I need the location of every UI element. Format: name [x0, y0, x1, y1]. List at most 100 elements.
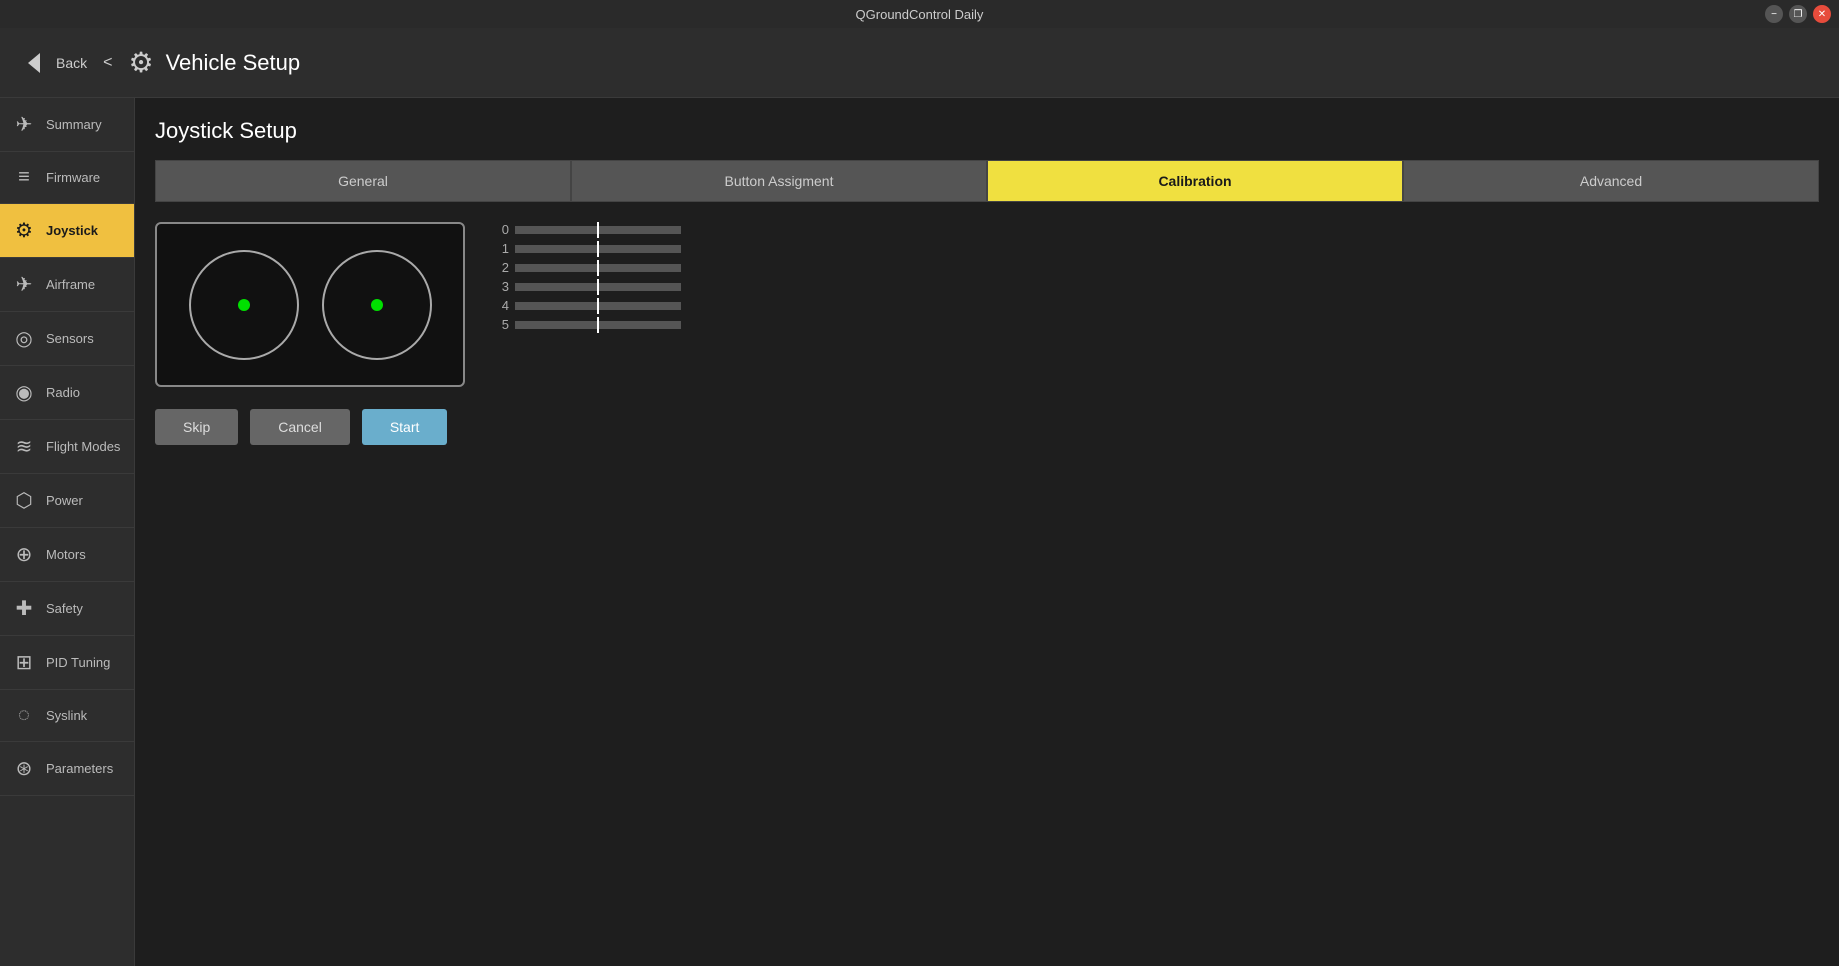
sidebar-item-joystick[interactable]: ⚙ Joystick: [0, 204, 134, 258]
axis-bar-left-1: [515, 245, 597, 253]
tab-calibration[interactable]: Calibration: [987, 160, 1403, 202]
motors-icon: ⊕: [12, 542, 36, 567]
sidebar-label-firmware: Firmware: [46, 170, 100, 185]
cancel-button[interactable]: Cancel: [250, 409, 350, 445]
joystick-icon: ⚙: [12, 218, 36, 243]
axis-label-5: 5: [495, 317, 509, 332]
axis-divider-5: [597, 317, 599, 333]
axis-divider-3: [597, 279, 599, 295]
sidebar-item-parameters[interactable]: ⊛ Parameters: [0, 742, 134, 796]
axis-bar-right-5: [599, 321, 681, 329]
sidebar-label-flight-modes: Flight Modes: [46, 439, 120, 454]
summary-icon: ✈: [12, 112, 36, 137]
joystick-section: 0 1 2: [155, 222, 1819, 387]
axis-divider-2: [597, 260, 599, 276]
right-joystick-dot: [371, 299, 383, 311]
sidebar-label-pid-tuning: PID Tuning: [46, 655, 110, 670]
firmware-icon: ≡: [12, 166, 36, 189]
axis-bar-0: [515, 224, 685, 236]
radio-icon: ◉: [12, 380, 36, 405]
minimize-button[interactable]: −: [1765, 5, 1783, 23]
sensors-icon: ◎: [12, 326, 36, 351]
sidebar-label-sensors: Sensors: [46, 331, 94, 346]
axis-bar-right-1: [599, 245, 681, 253]
syslink-icon: ◌: [12, 704, 36, 727]
axis-label-0: 0: [495, 222, 509, 237]
axis-label-2: 2: [495, 260, 509, 275]
sidebar-label-syslink: Syslink: [46, 708, 87, 723]
airframe-icon: ✈: [12, 272, 36, 297]
back-button[interactable]: Back: [20, 48, 87, 78]
axis-bar-right-2: [599, 264, 681, 272]
tab-advanced[interactable]: Advanced: [1403, 160, 1819, 202]
sidebar-item-summary[interactable]: ✈ Summary: [0, 98, 134, 152]
axis-bar-left-5: [515, 321, 597, 329]
sidebar-label-safety: Safety: [46, 601, 83, 616]
axis-bar-left-3: [515, 283, 597, 291]
power-icon: ⬡: [12, 488, 36, 513]
safety-icon: ✚: [12, 596, 36, 621]
back-label: Back: [56, 55, 87, 71]
sidebar-label-airframe: Airframe: [46, 277, 95, 292]
sidebar: ✈ Summary ≡ Firmware ⚙ Joystick ✈ Airfra…: [0, 98, 135, 966]
sidebar-label-joystick: Joystick: [46, 223, 98, 238]
sidebar-item-radio[interactable]: ◉ Radio: [0, 366, 134, 420]
axis-bar-4: [515, 300, 685, 312]
action-buttons: Skip Cancel Start: [155, 409, 1819, 445]
tab-general[interactable]: General: [155, 160, 571, 202]
sidebar-item-sensors[interactable]: ◎ Sensors: [0, 312, 134, 366]
sidebar-item-power[interactable]: ⬡ Power: [0, 474, 134, 528]
sidebar-label-parameters: Parameters: [46, 761, 113, 776]
axis-row-2: 2: [495, 260, 695, 275]
close-button[interactable]: ✕: [1813, 5, 1831, 23]
axis-bar-1: [515, 243, 685, 255]
maximize-button[interactable]: ❐: [1789, 5, 1807, 23]
axis-bar-right-3: [599, 283, 681, 291]
axis-row-4: 4: [495, 298, 695, 313]
sidebar-label-radio: Radio: [46, 385, 80, 400]
axis-divider-0: [597, 222, 599, 238]
sidebar-item-pid-tuning[interactable]: ⊞ PID Tuning: [0, 636, 134, 690]
axis-bar-left-2: [515, 264, 597, 272]
tab-button-assignment[interactable]: Button Assigment: [571, 160, 987, 202]
flight-modes-icon: ≋: [12, 434, 36, 459]
tabs-container: General Button Assigment Calibration Adv…: [155, 160, 1819, 202]
axis-row-1: 1: [495, 241, 695, 256]
pid-tuning-icon: ⊞: [12, 650, 36, 675]
separator: <: [103, 54, 112, 72]
sidebar-label-power: Power: [46, 493, 83, 508]
axis-divider-4: [597, 298, 599, 314]
skip-button[interactable]: Skip: [155, 409, 238, 445]
sidebar-item-syslink[interactable]: ◌ Syslink: [0, 690, 134, 742]
vehicle-setup-title: Vehicle Setup: [166, 50, 301, 76]
content-area: Joystick Setup General Button Assigment …: [135, 98, 1839, 966]
titlebar: QGroundControl Daily − ❐ ✕: [0, 0, 1839, 28]
axis-label-1: 1: [495, 241, 509, 256]
axis-row-5: 5: [495, 317, 695, 332]
main-layout: ✈ Summary ≡ Firmware ⚙ Joystick ✈ Airfra…: [0, 98, 1839, 966]
axis-bars: 0 1 2: [495, 222, 695, 332]
sidebar-item-airframe[interactable]: ✈ Airframe: [0, 258, 134, 312]
sidebar-item-safety[interactable]: ✚ Safety: [0, 582, 134, 636]
axis-row-3: 3: [495, 279, 695, 294]
sidebar-item-motors[interactable]: ⊕ Motors: [0, 528, 134, 582]
axis-label-3: 3: [495, 279, 509, 294]
top-header: Back < ⚙ Vehicle Setup: [0, 28, 1839, 98]
left-joystick: [189, 250, 299, 360]
window-title: QGroundControl Daily: [856, 7, 984, 22]
sidebar-item-flight-modes[interactable]: ≋ Flight Modes: [0, 420, 134, 474]
left-joystick-dot: [238, 299, 250, 311]
sidebar-label-motors: Motors: [46, 547, 86, 562]
parameters-icon: ⊛: [12, 756, 36, 781]
page-title: Joystick Setup: [155, 118, 1819, 144]
axis-bar-left-0: [515, 226, 597, 234]
axis-divider-1: [597, 241, 599, 257]
axis-row-0: 0: [495, 222, 695, 237]
start-button[interactable]: Start: [362, 409, 448, 445]
sidebar-item-firmware[interactable]: ≡ Firmware: [0, 152, 134, 204]
axis-bar-5: [515, 319, 685, 331]
axis-bar-left-4: [515, 302, 597, 310]
joystick-display: [155, 222, 465, 387]
back-arrow-icon: [20, 48, 50, 78]
settings-icon: ⚙: [128, 46, 153, 79]
